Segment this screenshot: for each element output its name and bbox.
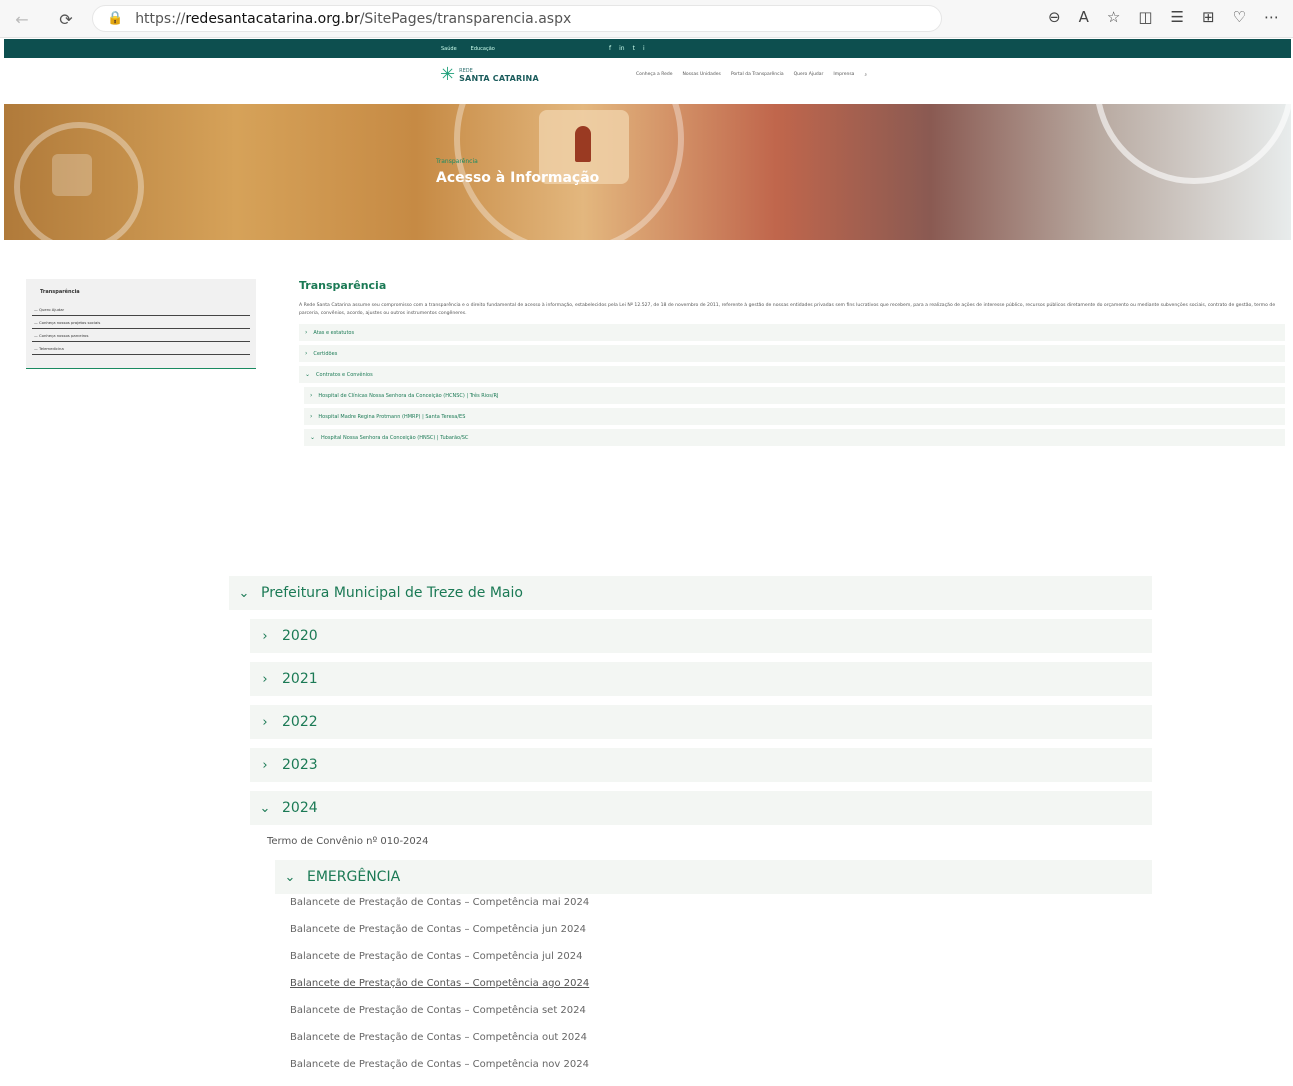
menu-item-unidades[interactable]: Nossas Unidades [683, 72, 721, 78]
site-nav: ✳ REDE SANTA CATARINA Conheça a Rede Nos… [4, 58, 1291, 104]
hero-breadcrumb[interactable]: Transparência [436, 158, 478, 165]
address-bar[interactable]: 🔒 https://redesantacatarina.org.br/SiteP… [92, 5, 942, 32]
chevron-down-icon: ⌄ [259, 800, 271, 816]
year-label: 2020 [282, 628, 318, 644]
logo-name-text: SANTA CATARINA [459, 73, 539, 83]
year-item-2023[interactable]: › 2023 [250, 748, 1152, 782]
document-link-hovered[interactable]: Balancete de Prestação de Contas – Compe… [290, 970, 1152, 997]
hero-small-lock-icon [52, 154, 92, 196]
chevron-down-icon: ⌄ [238, 585, 250, 601]
chevron-right-icon: › [262, 671, 268, 687]
collections-icon[interactable]: ⊞ [1202, 8, 1215, 26]
section-header[interactable]: ⌄ Prefeitura Municipal de Treze de Maio [229, 576, 1152, 610]
document-link[interactable]: Balancete de Prestação de Contas – Compe… [290, 1051, 1152, 1078]
url-host: redesantacatarina.org.br [185, 10, 360, 27]
term-label: Termo de Convênio nº 010-2024 [267, 835, 429, 847]
chevron-right-icon: › [305, 350, 308, 357]
accordion-item[interactable]: ⌄ Contratos e Convênios [299, 366, 1285, 383]
browser-essentials-icon[interactable]: ♡ [1233, 8, 1246, 26]
year-item-2021[interactable]: › 2021 [250, 662, 1152, 696]
favorite-star-icon[interactable]: ☆ [1107, 8, 1120, 26]
menu-item-conheca[interactable]: Conheça a Rede [636, 72, 673, 78]
logo-flower-icon: ✳ [440, 64, 456, 85]
search-icon[interactable]: ⌕ [864, 72, 867, 78]
sidebar: Transparência — Quero Ajudar — Conheça n… [26, 279, 256, 369]
refresh-icon[interactable]: ⟳ [56, 9, 76, 29]
more-menu-icon[interactable]: ⋯ [1264, 8, 1279, 26]
section-title: Prefeitura Municipal de Treze de Maio [261, 585, 523, 601]
sidebar-item-telemedicina[interactable]: — Telemedicina [32, 342, 250, 355]
site-logo[interactable]: ✳ REDE SANTA CATARINA [440, 66, 539, 84]
sidebar-item-quero-ajudar[interactable]: — Quero Ajudar [32, 303, 250, 316]
topbar-link-educacao[interactable]: Educação [471, 46, 495, 52]
facebook-icon[interactable]: f [609, 45, 611, 52]
sub-accordion-item[interactable]: › Hospital Madre Regina Protmann (HMRP) |… [304, 408, 1285, 425]
browser-toolbar: ← ⟳ 🔒 https://redesantacatarina.org.br/S… [0, 0, 1293, 38]
back-icon[interactable]: ← [12, 9, 32, 29]
chevron-down-icon: ⌄ [284, 869, 296, 885]
year-label: 2022 [282, 714, 318, 730]
document-link[interactable]: Balancete de Prestação de Contas – Compe… [290, 943, 1152, 970]
year-item-2020[interactable]: › 2020 [250, 619, 1152, 653]
chevron-right-icon: › [262, 714, 268, 730]
accordion: › Atas e estatutos › Certidões ⌄ Contratos … [299, 324, 1285, 446]
twitter-icon[interactable]: t [633, 45, 635, 52]
menu-item-transparencia[interactable]: Portal da Transparência [731, 72, 784, 78]
sidebar-title: Transparência [40, 289, 80, 295]
instagram-icon[interactable]: i [643, 45, 645, 52]
chevron-right-icon: › [310, 392, 313, 399]
chevron-right-icon: › [262, 628, 268, 644]
split-screen-icon[interactable]: ◫ [1138, 8, 1152, 26]
year-label: 2021 [282, 671, 318, 687]
document-link[interactable]: Balancete de Prestação de Contas – Compe… [290, 889, 1152, 916]
main-content: Transparência A Rede Santa Catarina assu… [299, 279, 1285, 450]
hero-title: Acesso à Informação [436, 170, 600, 186]
chevron-down-icon: ⌄ [305, 371, 311, 378]
hero-decor-ring [1094, 104, 1291, 184]
zoom-out-icon[interactable]: ⊖ [1048, 8, 1061, 26]
page-title: Transparência [299, 279, 387, 292]
chevron-right-icon: › [310, 413, 313, 420]
accordion-item[interactable]: › Atas e estatutos [299, 324, 1285, 341]
url-prefix: https:// [135, 10, 186, 27]
document-link[interactable]: Balancete de Prestação de Contas – Compe… [290, 1024, 1152, 1051]
category-label: EMERGÊNCIA [307, 869, 401, 885]
favorites-list-icon[interactable]: ☰ [1171, 8, 1184, 26]
year-label: 2023 [282, 757, 318, 773]
chevron-right-icon: › [305, 329, 308, 336]
linkedin-icon[interactable]: in [619, 45, 624, 52]
accordion-item[interactable]: › Certidões [299, 345, 1285, 362]
menu-item-ajudar[interactable]: Quero Ajudar [794, 72, 824, 78]
year-item-2022[interactable]: › 2022 [250, 705, 1152, 739]
main-menu: Conheça a Rede Nossas Unidades Portal da… [636, 72, 867, 78]
document-link[interactable]: Balancete de Prestação de Contas – Compe… [290, 997, 1152, 1024]
sub-accordion-item[interactable]: › Hospital de Clínicas Nossa Senhora da C… [304, 387, 1285, 404]
zoomed-accordion: ⌄ Prefeitura Municipal de Treze de Maio … [229, 576, 1152, 1078]
chevron-right-icon: › [262, 757, 268, 773]
year-label: 2024 [282, 800, 318, 816]
intro-paragraph: A Rede Santa Catarina assume seu comprom… [299, 303, 1276, 316]
sub-accordion-item[interactable]: ⌄ Hospital Nossa Senhora da Conceição (HN… [304, 429, 1285, 446]
url-path: /SitePages/transparencia.aspx [359, 10, 572, 27]
read-aloud-icon[interactable]: A [1079, 8, 1089, 26]
year-item-2024[interactable]: ⌄ 2024 [250, 791, 1152, 825]
topbar-link-saude[interactable]: Saúde [441, 46, 457, 52]
chevron-down-icon: ⌄ [310, 434, 316, 441]
lock-icon: 🔒 [107, 11, 124, 26]
sidebar-item-parceiros[interactable]: — Conheça nossos parceiros [32, 329, 250, 342]
menu-item-imprensa[interactable]: Imprensa [833, 72, 854, 78]
sidebar-item-projetos[interactable]: — Conheça nossos projetos sociais [32, 316, 250, 329]
site-topbar: Saúde Educação f in t i [4, 39, 1291, 58]
hero-banner: Transparência Acesso à Informação [4, 104, 1291, 240]
document-link[interactable]: Balancete de Prestação de Contas – Compe… [290, 916, 1152, 943]
